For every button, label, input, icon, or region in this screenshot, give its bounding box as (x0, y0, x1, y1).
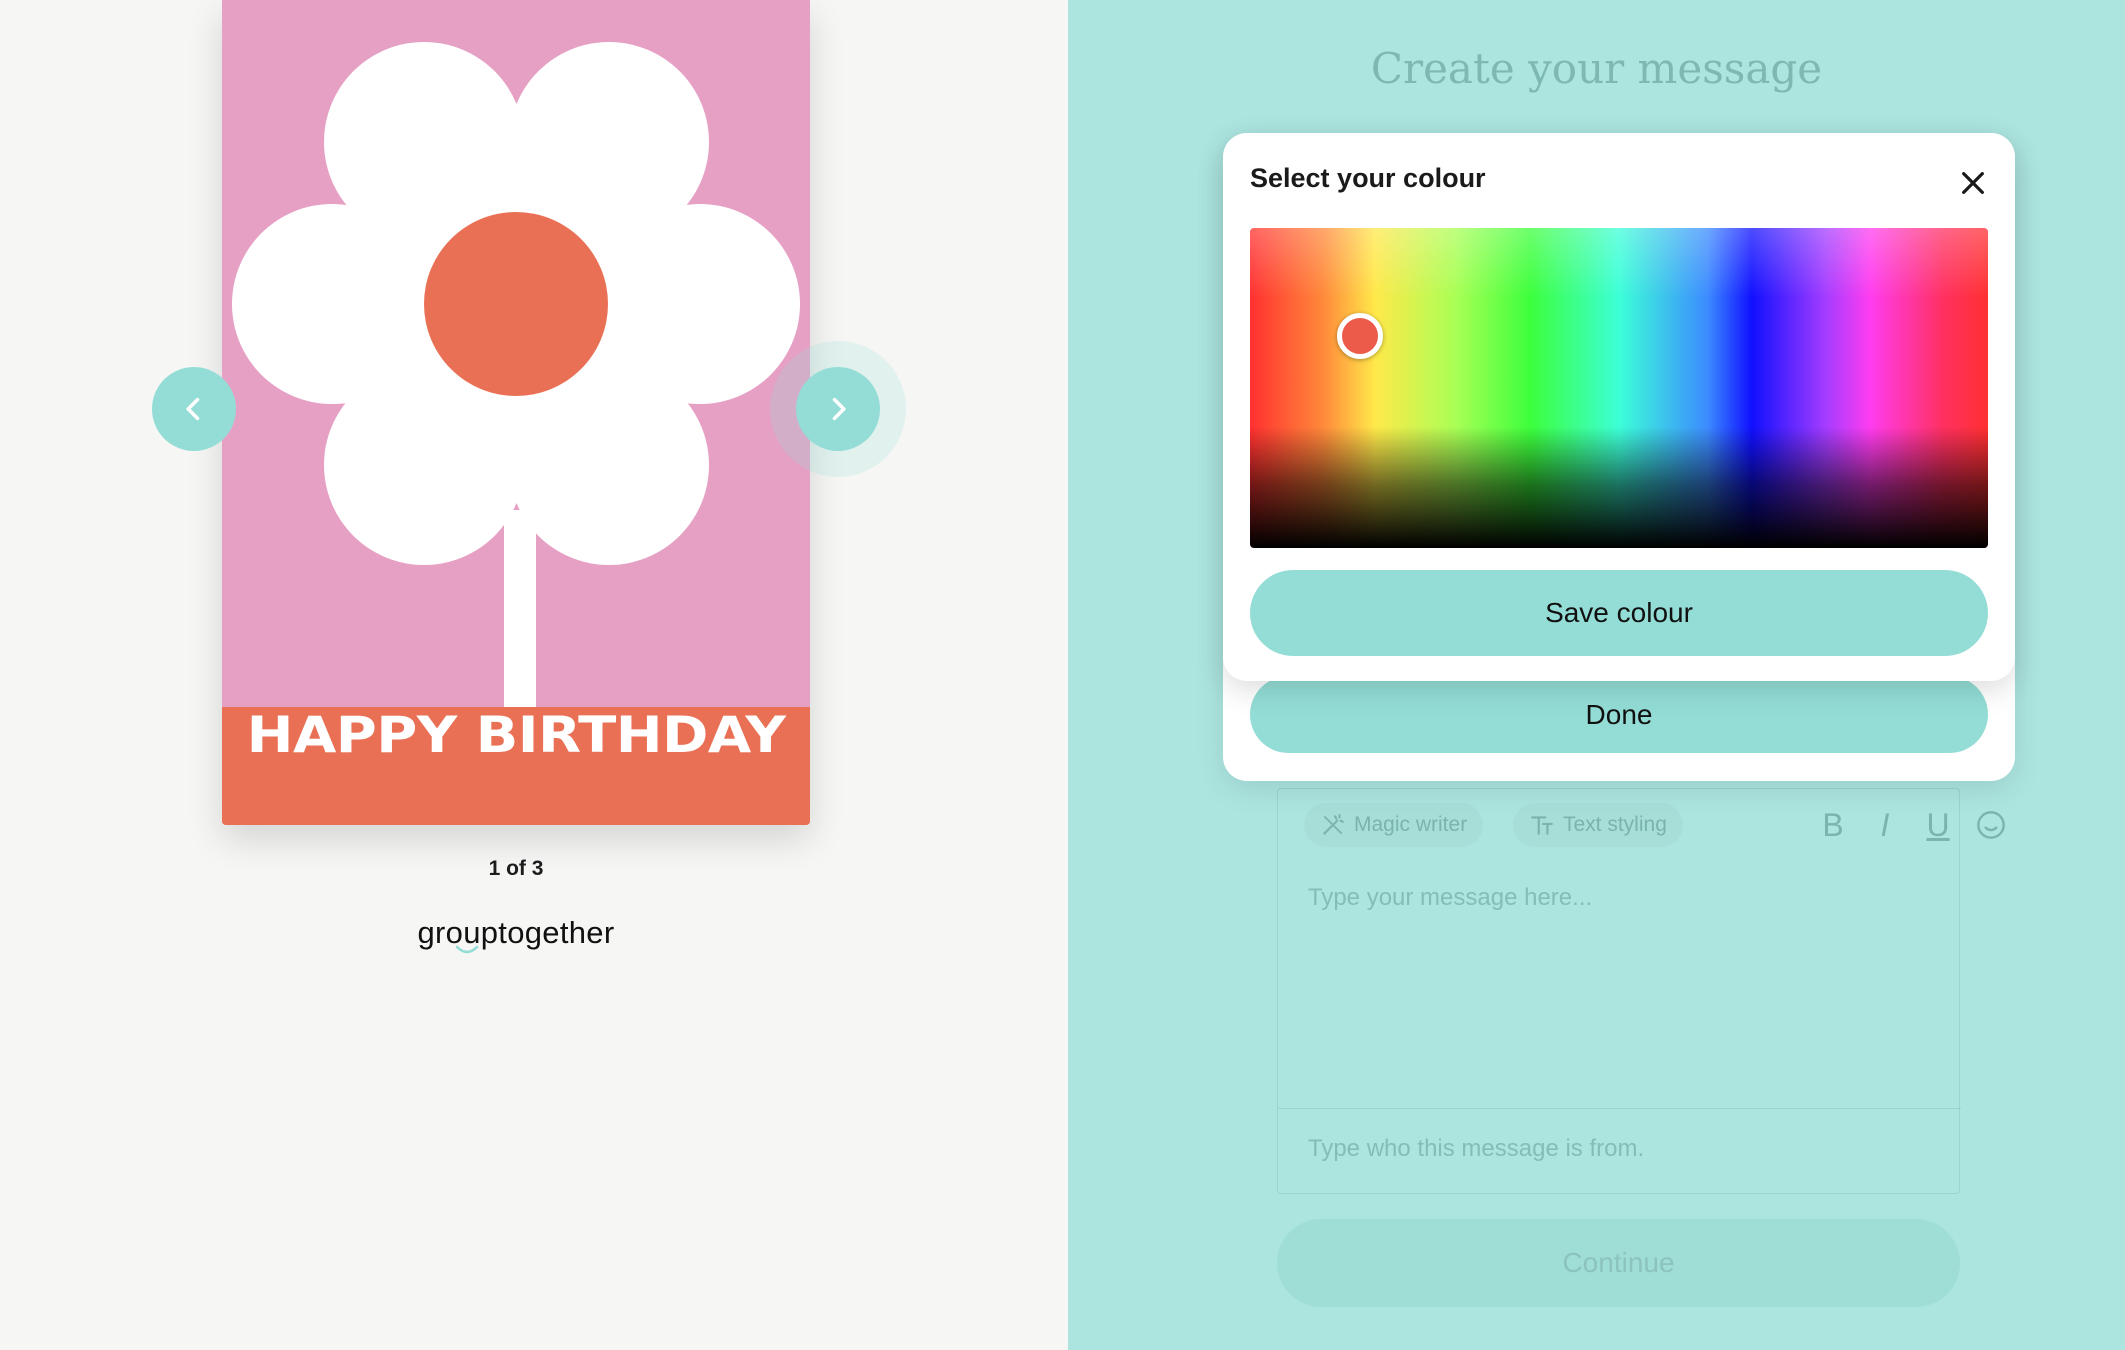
chevron-left-icon (186, 397, 200, 421)
save-colour-button[interactable]: Save colour (1250, 570, 1988, 656)
bold-button[interactable]: B (1813, 805, 1853, 845)
smile-arc-icon (455, 945, 478, 954)
magic-writer-label: Magic writer (1354, 813, 1468, 836)
emoji-button[interactable] (1971, 805, 2011, 845)
underline-button[interactable]: U (1918, 805, 1958, 845)
text-styling-button[interactable]: Text styling (1513, 803, 1683, 847)
italic-button[interactable]: I (1865, 805, 1905, 845)
colour-picker-title: Select your colour (1250, 163, 1486, 193)
from-input[interactable]: Type who this message is from. (1308, 1135, 1928, 1163)
flower-illustration (232, 42, 800, 710)
card-front: HAPPY BIRTHDAY (222, 0, 810, 825)
page-indicator: 1 of 3 (488, 857, 544, 880)
message-editor: Magic writer Text styling B I U Type you… (1277, 788, 2005, 1194)
colour-picker-handle[interactable] (1337, 313, 1383, 359)
page-title: Create your message (1370, 44, 1823, 93)
brand-name: grouptogether (417, 915, 615, 950)
flower-stem (504, 510, 536, 710)
flower-center (424, 212, 608, 396)
text-style-icon (1531, 816, 1553, 835)
chevron-right-icon (832, 397, 846, 421)
message-composer-panel: Create your message Magic writer Text st… (1068, 0, 2125, 1350)
text-styling-label: Text styling (1563, 813, 1667, 836)
close-icon (1962, 172, 1984, 194)
card-title: HAPPY BIRTHDAY (246, 706, 786, 764)
message-input[interactable]: Type your message here... (1308, 884, 1928, 912)
magic-writer-button[interactable]: Magic writer (1304, 803, 1484, 847)
editor-divider (1278, 1108, 1961, 1109)
close-button[interactable] (1953, 163, 1993, 203)
smiley-icon (1977, 811, 2005, 839)
continue-button[interactable]: Continue (1277, 1219, 1960, 1307)
previous-card-button[interactable] (152, 367, 236, 451)
card-preview-panel: HAPPY BIRTHDAY 1 of 3 grouptogether (0, 0, 1068, 1350)
colour-spectrum[interactable] (1250, 228, 1988, 548)
done-button[interactable]: Done (1250, 676, 1988, 753)
magic-wand-icon (1323, 814, 1344, 835)
colour-picker-popover: Select your colour Save colour (1223, 133, 2015, 681)
next-card-button[interactable] (796, 367, 880, 451)
brand-logo: grouptogether (222, 915, 810, 954)
